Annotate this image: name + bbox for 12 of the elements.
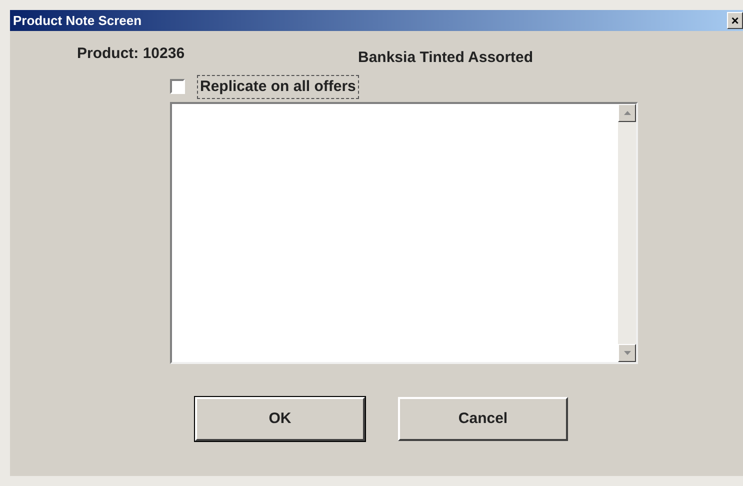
product-number: Product: 10236 xyxy=(77,44,186,64)
scroll-up-icon[interactable] xyxy=(618,104,636,122)
scrollbar[interactable] xyxy=(618,104,636,362)
product-name: Banksia Tinted Assorted xyxy=(358,48,534,68)
window-title: Product Note Screen xyxy=(12,12,142,30)
close-button[interactable]: × xyxy=(727,12,743,29)
replicate-label[interactable]: Replicate on all offers xyxy=(197,74,359,99)
replicate-checkbox[interactable] xyxy=(170,79,185,94)
scroll-down-icon[interactable] xyxy=(618,344,636,362)
note-field[interactable] xyxy=(170,102,638,364)
dialog-button[interactable]: OK xyxy=(195,397,365,441)
dialog-button[interactable]: Cancel xyxy=(398,397,568,441)
